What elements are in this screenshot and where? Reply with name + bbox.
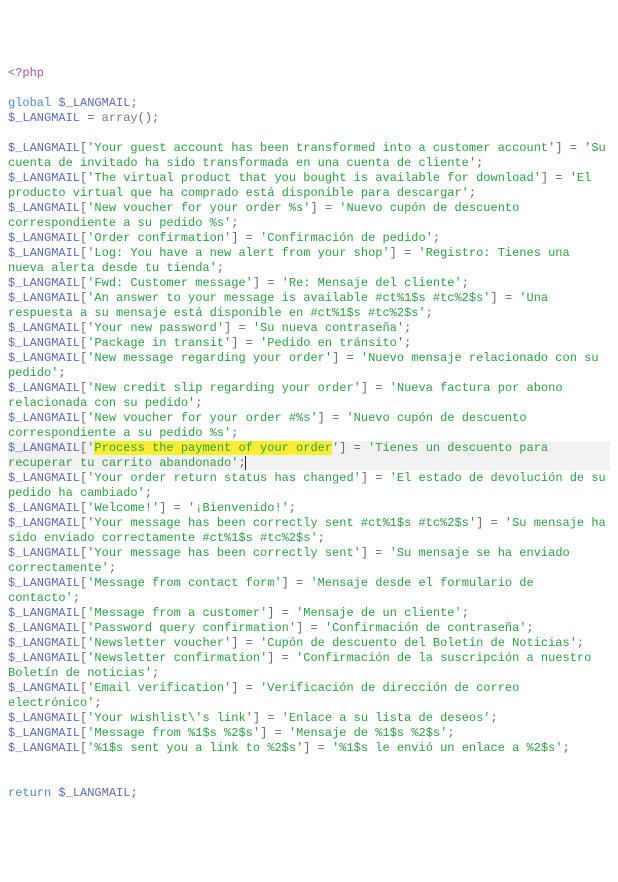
- variable-langmail: $_LANGMAIL: [8, 651, 80, 665]
- lang-key-22: Email verification: [94, 681, 224, 695]
- lang-val-3: 'Confirmación de pedido': [260, 231, 433, 245]
- lang-key-15: Your message has been correctly sent #ct…: [94, 516, 468, 530]
- php-open-tag: <?php: [8, 66, 44, 80]
- variable-langmail: $_LANGMAIL: [8, 711, 80, 725]
- variable-langmail: $_LANGMAIL: [8, 441, 80, 455]
- lang-key-3: Order confirmation: [94, 231, 224, 245]
- lang-val-23: 'Enlace a su lista de deseos': [282, 711, 491, 725]
- variable-langmail: $_LANGMAIL: [8, 351, 80, 365]
- lang-val-18: 'Mensaje de un cliente': [296, 606, 462, 620]
- variable-langmail: $_LANGMAIL: [8, 171, 80, 185]
- variable-langmail: $_LANGMAIL: [8, 576, 80, 590]
- variable-langmail: $_LANGMAIL: [8, 411, 80, 425]
- lang-val-25: '%1$s le envió un enlace a %2$s': [332, 741, 562, 755]
- variable-langmail: $_LANGMAIL: [8, 621, 80, 635]
- text-highlight: Process the payment of your order: [94, 441, 332, 455]
- lang-key-23: Your wishlist\'s link: [94, 711, 245, 725]
- variable-langmail: $_LANGMAIL: [8, 636, 80, 650]
- lang-key-7: Your new password: [94, 321, 216, 335]
- lang-val-8: 'Pedido en tránsito': [260, 336, 404, 350]
- lang-key-17: Message from contact form: [94, 576, 274, 590]
- lang-key-18: Message from a customer: [94, 606, 260, 620]
- lang-val-24: 'Mensaje de %1$s %2$s': [289, 726, 447, 740]
- lang-key-20: Newsletter voucher: [94, 636, 224, 650]
- lang-key-19: Password query confirmation: [94, 621, 288, 635]
- keyword-return: return: [8, 786, 51, 800]
- lang-key-25: %1$s sent you a link to %2$s: [94, 741, 296, 755]
- variable-langmail: $_LANGMAIL: [8, 726, 80, 740]
- lang-key-5: Fwd: Customer message: [94, 276, 245, 290]
- text-cursor: [245, 456, 246, 470]
- code-editor[interactable]: <?php global $_LANGMAIL; $_LANGMAIL = ar…: [8, 66, 610, 801]
- highlighted-line: $_LANGMAIL['Process the payment of your …: [8, 441, 610, 471]
- variable-langmail: $_LANGMAIL: [8, 291, 80, 305]
- variable-langmail: $_LANGMAIL: [8, 141, 80, 155]
- variable-langmail: $_LANGMAIL: [8, 471, 80, 485]
- variable-langmail: $_LANGMAIL: [8, 231, 80, 245]
- variable-langmail: $_LANGMAIL: [8, 201, 80, 215]
- variable-langmail: $_LANGMAIL: [8, 276, 80, 290]
- variable-langmail: $_LANGMAIL: [8, 381, 80, 395]
- lang-key-4: Log: You have a new alert from your shop: [94, 246, 382, 260]
- lang-val-19: 'Confirmación de contraseña': [325, 621, 527, 635]
- variable-langmail: $_LANGMAIL: [8, 741, 80, 755]
- variable-langmail: $_LANGMAIL: [8, 321, 80, 335]
- keyword-global: global: [8, 96, 51, 110]
- variable-langmail: $_LANGMAIL: [58, 786, 130, 800]
- lang-key-1: The virtual product that you bought is a…: [94, 171, 533, 185]
- variable-langmail: $_LANGMAIL: [8, 246, 80, 260]
- variable-langmail: $_LANGMAIL: [8, 546, 80, 560]
- lang-key-14: Welcome!: [94, 501, 152, 515]
- lang-key-2: New voucher for your order %s: [94, 201, 303, 215]
- lang-key-9: New message regarding your order: [94, 351, 324, 365]
- variable-langmail: $_LANGMAIL: [8, 606, 80, 620]
- fn-array: array: [102, 111, 138, 125]
- lang-key-12: Process the payment of your order: [94, 441, 332, 455]
- variable-langmail: $_LANGMAIL: [8, 336, 80, 350]
- lang-key-21: Newsletter confirmation: [94, 651, 260, 665]
- lang-val-5: 'Re: Mensaje del cliente': [282, 276, 462, 290]
- variable-langmail: $_LANGMAIL: [8, 681, 80, 695]
- variable-langmail: $_LANGMAIL: [58, 96, 130, 110]
- variable-langmail: $_LANGMAIL: [8, 516, 80, 530]
- lang-key-11: New voucher for your order #%s: [94, 411, 310, 425]
- lang-key-0: Your guest account has been transformed …: [94, 141, 548, 155]
- lang-key-13: Your order return status has changed: [94, 471, 353, 485]
- lang-key-24: Message from %1$s %2$s: [94, 726, 252, 740]
- variable-langmail: $_LANGMAIL: [8, 111, 80, 125]
- lang-key-10: New credit slip regarding your order: [94, 381, 353, 395]
- lang-key-16: Your message has been correctly sent: [94, 546, 353, 560]
- lang-val-7: 'Su nueva contraseña': [253, 321, 404, 335]
- variable-langmail: $_LANGMAIL: [8, 501, 80, 515]
- lang-key-6: An answer to your message is available #…: [94, 291, 483, 305]
- lang-val-14: '¡Bienvenido!': [188, 501, 289, 515]
- lang-key-8: Package in transit: [94, 336, 224, 350]
- lang-val-20: 'Cupón de descuento del Boletín de Notic…: [260, 636, 577, 650]
